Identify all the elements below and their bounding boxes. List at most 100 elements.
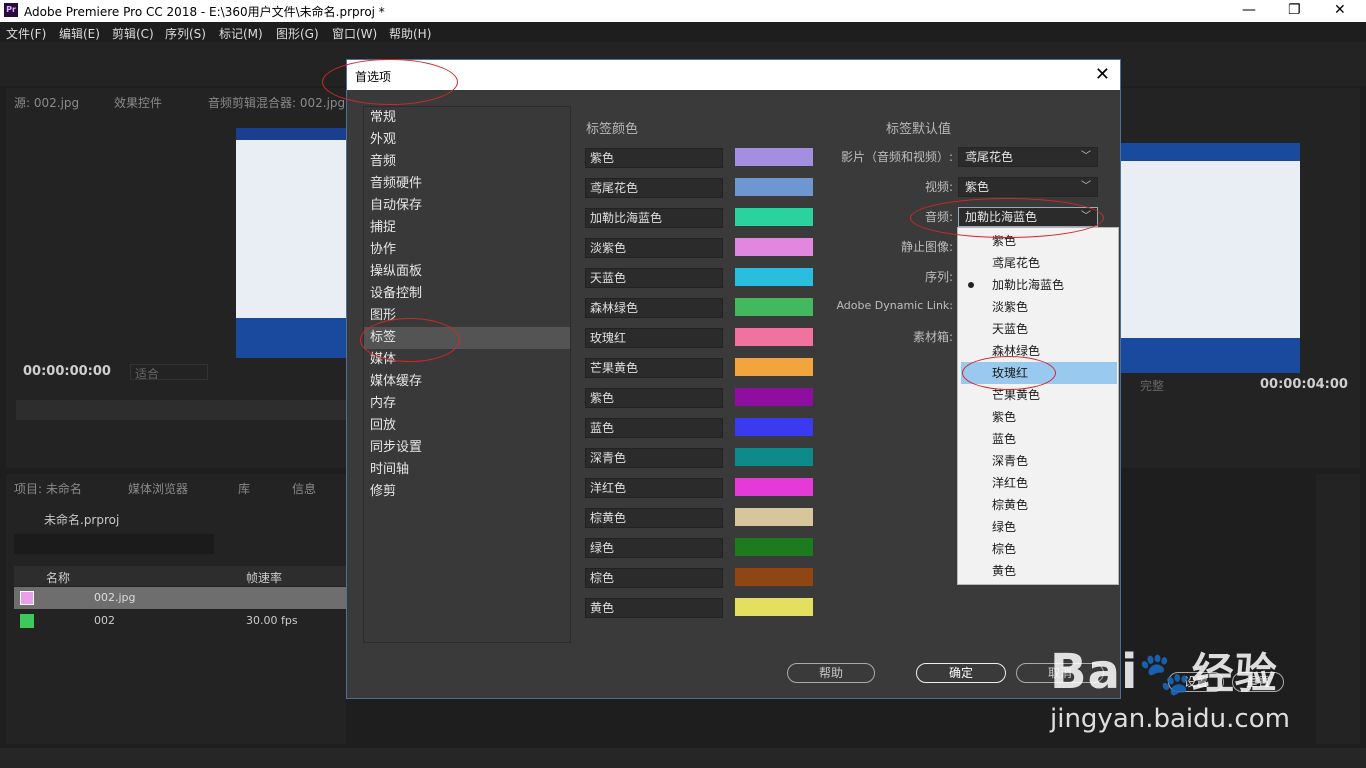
menu-window[interactable]: 窗口(W) — [332, 25, 377, 42]
menu-sequence[interactable]: 序列(S) — [165, 25, 206, 42]
table-row[interactable]: 002.jpg — [14, 587, 346, 609]
dropdown-option[interactable]: 深青色 — [958, 450, 1118, 472]
dropdown-option[interactable]: 棕色 — [958, 538, 1118, 560]
dropdown-option[interactable]: 淡紫色 — [958, 296, 1118, 318]
category-item[interactable]: 同步设置 — [370, 437, 570, 459]
label-name-input[interactable]: 洋红色 — [585, 478, 723, 498]
label-color-swatch[interactable] — [735, 328, 813, 346]
close-icon[interactable]: ✕ — [1334, 2, 1346, 18]
label-color-swatch[interactable] — [735, 178, 813, 196]
table-row[interactable]: 002 30.00 fps — [14, 610, 346, 632]
watermark-url: jingyan.baidu.com — [1050, 704, 1290, 734]
label-color-swatch[interactable] — [735, 388, 813, 406]
select-value: 鸢尾花色 — [965, 150, 1014, 164]
dropdown-option[interactable]: 蓝色 — [958, 428, 1118, 450]
dialog-close-icon[interactable]: ✕ — [1095, 64, 1110, 85]
tab-audio-clip-mixer[interactable]: 音频剪辑混合器: 002.jpg — [208, 94, 345, 111]
label-color-swatch[interactable] — [735, 598, 813, 616]
minimize-icon[interactable]: — — [1242, 2, 1256, 18]
label-color-swatch[interactable] — [735, 268, 813, 286]
dropdown-option[interactable]: 洋红色 — [958, 472, 1118, 494]
tab-media-browser[interactable]: 媒体浏览器 — [128, 480, 188, 497]
default-select-video[interactable]: 紫色 ﹀ — [958, 177, 1098, 197]
label-name-input[interactable]: 紫色 — [585, 388, 723, 408]
tab-source[interactable]: 源: 002.jpg — [14, 94, 79, 111]
label-name-input[interactable]: 棕色 — [585, 568, 723, 588]
program-timecode[interactable]: 00:00:04:00 — [1260, 377, 1348, 392]
label-name-input[interactable]: 棕黄色 — [585, 508, 723, 528]
source-timecode[interactable]: 00:00:00:00 — [23, 364, 111, 379]
category-item[interactable]: 操纵面板 — [370, 261, 570, 283]
tab-info[interactable]: 信息 — [292, 480, 316, 497]
category-item[interactable]: 协作 — [370, 239, 570, 261]
label-name-input[interactable]: 玫瑰红 — [585, 328, 723, 348]
label-name-input[interactable]: 芒果黄色 — [585, 358, 723, 378]
label-name-input[interactable]: 紫色 — [585, 148, 723, 168]
category-item[interactable]: 常规 — [370, 107, 570, 129]
dropdown-option[interactable]: 鸢尾花色 — [958, 252, 1118, 274]
label-color-swatch[interactable] — [735, 478, 813, 496]
category-item[interactable]: 设备控制 — [370, 283, 570, 305]
tab-effect-controls[interactable]: 效果控件 — [114, 94, 162, 111]
label-color-swatch[interactable] — [735, 238, 813, 256]
label-color-chip[interactable] — [20, 591, 34, 605]
source-time-ruler[interactable] — [16, 400, 346, 420]
label-name-input[interactable]: 淡紫色 — [585, 238, 723, 258]
project-search-input[interactable] — [14, 534, 214, 554]
menu-clip[interactable]: 剪辑(C) — [112, 25, 154, 42]
category-item[interactable]: 回放 — [370, 415, 570, 437]
ok-button[interactable]: 确定 — [916, 663, 1006, 683]
label-color-swatch[interactable] — [735, 418, 813, 436]
dropdown-option[interactable]: 天蓝色 — [958, 318, 1118, 340]
category-item[interactable]: 修剪 — [370, 481, 570, 503]
category-item[interactable]: 音频硬件 — [370, 173, 570, 195]
category-item[interactable]: 内存 — [370, 393, 570, 415]
category-item[interactable]: 自动保存 — [370, 195, 570, 217]
label-color-swatch[interactable] — [735, 148, 813, 166]
label-color-swatch[interactable] — [735, 508, 813, 526]
tab-libraries[interactable]: 库 — [238, 480, 250, 497]
column-frame-rate[interactable]: 帧速率 — [246, 569, 282, 586]
selected-bullet-icon — [968, 282, 974, 288]
dropdown-option[interactable]: 黄色 — [958, 560, 1118, 582]
label-name-input[interactable]: 深青色 — [585, 448, 723, 468]
dropdown-option[interactable]: 紫色 — [958, 406, 1118, 428]
label-color-chip[interactable] — [20, 614, 34, 628]
help-button[interactable]: 帮助 — [787, 663, 875, 683]
label-name-input[interactable]: 绿色 — [585, 538, 723, 558]
label-name-input[interactable]: 天蓝色 — [585, 268, 723, 288]
dropdown-option[interactable]: 芒果黄色 — [958, 384, 1118, 406]
column-name[interactable]: 名称 — [46, 569, 70, 586]
label-color-swatch[interactable] — [735, 298, 813, 316]
menu-help[interactable]: 帮助(H) — [389, 25, 431, 42]
category-item[interactable]: 时间轴 — [370, 459, 570, 481]
label-name-input[interactable]: 森林绿色 — [585, 298, 723, 318]
dropdown-option[interactable]: 加勒比海蓝色 — [958, 274, 1118, 296]
menu-file[interactable]: 文件(F) — [6, 25, 46, 42]
label-defaults-heading: 标签默认值 — [886, 122, 952, 137]
row-name: 002 — [94, 614, 115, 627]
label-color-swatch[interactable] — [735, 568, 813, 586]
dropdown-option[interactable]: 棕黄色 — [958, 494, 1118, 516]
fit-select[interactable]: 适合 — [130, 364, 208, 381]
category-item[interactable]: 外观 — [370, 129, 570, 151]
label-color-swatch[interactable] — [735, 448, 813, 466]
category-item[interactable]: 捕捉 — [370, 217, 570, 239]
maximize-icon[interactable]: ❐ — [1288, 2, 1301, 18]
label-color-swatch[interactable] — [735, 208, 813, 226]
category-item[interactable]: 音频 — [370, 151, 570, 173]
label-name-input[interactable]: 鸢尾花色 — [585, 178, 723, 198]
tab-project[interactable]: 项目: 未命名 — [14, 480, 82, 497]
category-item[interactable]: 媒体缓存 — [370, 371, 570, 393]
label-color-swatch[interactable] — [735, 538, 813, 556]
dropdown-option[interactable]: 绿色 — [958, 516, 1118, 538]
label-name-input[interactable]: 加勒比海蓝色 — [585, 208, 723, 228]
label-color-swatch[interactable] — [735, 358, 813, 376]
menu-marker[interactable]: 标记(M) — [219, 25, 263, 42]
quality-select[interactable]: 完整 — [1140, 377, 1208, 393]
menu-graphics[interactable]: 图形(G) — [276, 25, 319, 42]
default-select-movie[interactable]: 鸢尾花色 ﹀ — [958, 147, 1098, 167]
label-name-input[interactable]: 黄色 — [585, 598, 723, 618]
menu-edit[interactable]: 编辑(E) — [59, 25, 100, 42]
label-name-input[interactable]: 蓝色 — [585, 418, 723, 438]
